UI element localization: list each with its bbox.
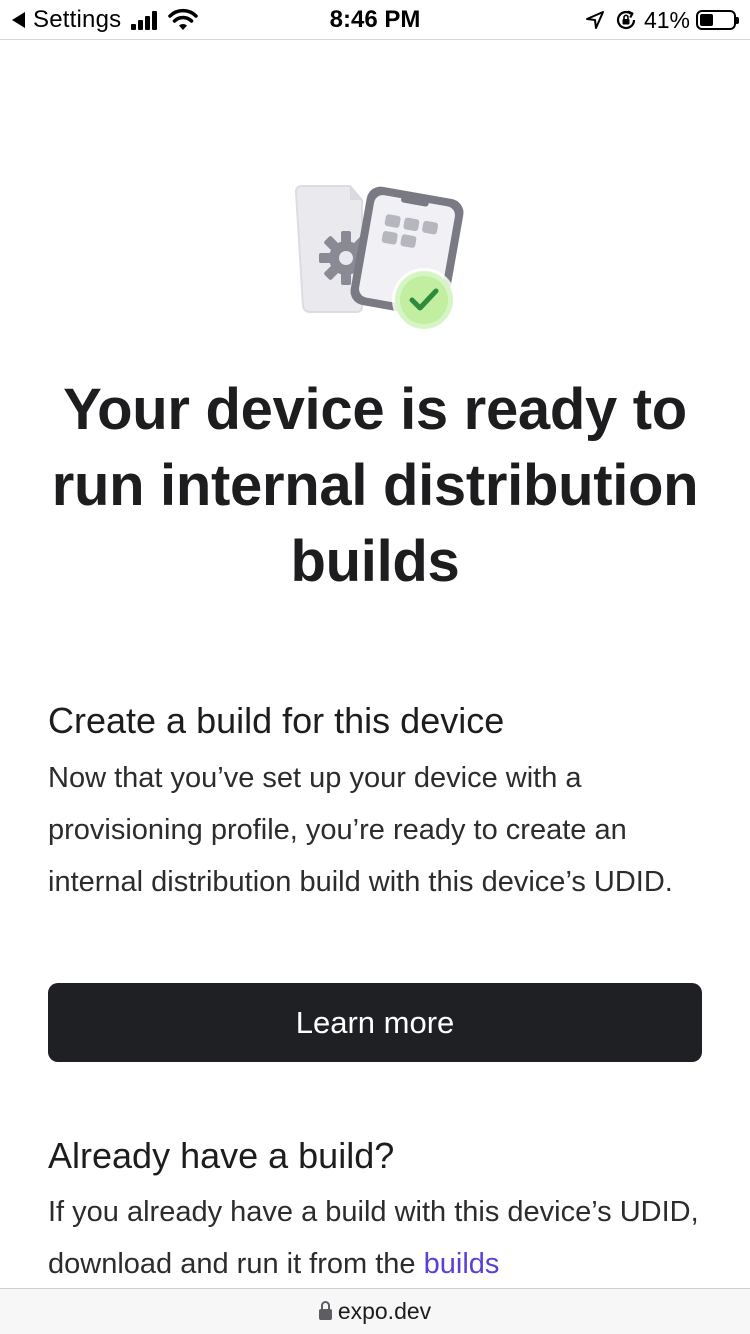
builds-link[interactable]: builds [424, 1248, 500, 1280]
learn-more-button[interactable]: Learn more [48, 983, 702, 1062]
battery-fill [700, 14, 713, 26]
status-bar: Settings 8:46 PM 41% [0, 0, 750, 40]
page: Settings 8:46 PM 41% Your device is read… [0, 0, 750, 1334]
existing-build-text: If you already have a build with this de… [48, 1196, 699, 1280]
location-arrow-icon [585, 11, 604, 29]
address-bar[interactable]: expo.dev [0, 1288, 750, 1334]
lock-icon [318, 1301, 332, 1320]
create-build-description: Now that you’ve set up your device with … [48, 762, 673, 898]
orientation-lock-icon [616, 10, 636, 30]
device-provisioned-illustration [294, 185, 464, 332]
battery-icon [696, 10, 739, 30]
create-build-heading: Create a build for this device [48, 700, 505, 741]
existing-build-description: If you already have a build with this de… [48, 1186, 708, 1288]
main-content: Your device is ready to run internal dis… [0, 40, 750, 1288]
url-domain[interactable]: expo.dev [338, 1298, 431, 1325]
battery-percent: 41% [643, 6, 690, 33]
existing-build-heading: Already have a build? [48, 1135, 395, 1176]
status-icons: 41% [584, 6, 739, 34]
page-title: Your device is ready to run internal dis… [51, 377, 699, 594]
